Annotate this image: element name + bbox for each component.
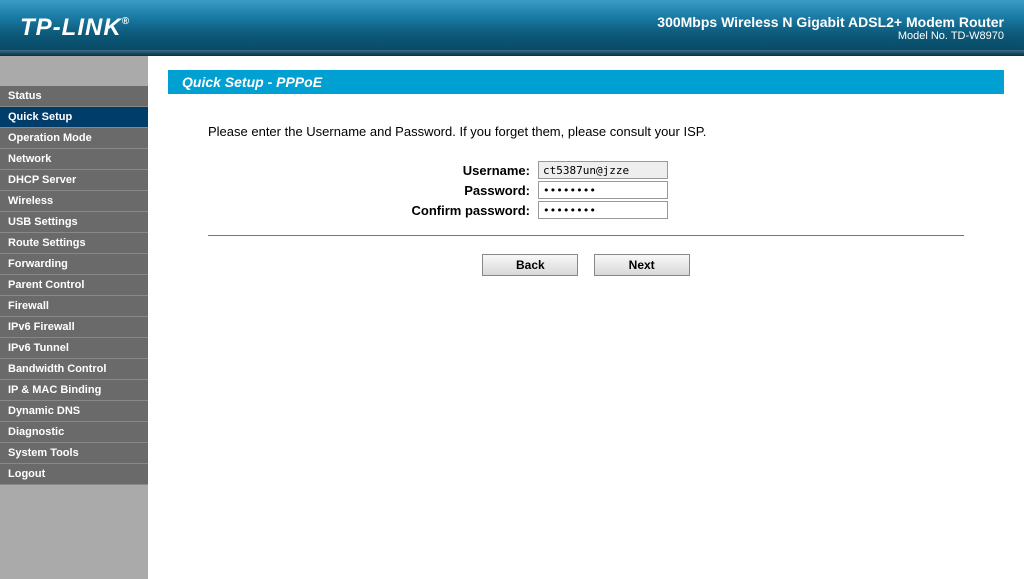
divider	[208, 235, 964, 236]
sidebar-item-forwarding[interactable]: Forwarding	[0, 254, 148, 275]
confirm-password-label: Confirm password:	[208, 203, 538, 218]
sidebar-item-firewall[interactable]: Firewall	[0, 296, 148, 317]
confirm-password-input[interactable]	[538, 201, 668, 219]
header: TP-LINK® 300Mbps Wireless N Gigabit ADSL…	[0, 0, 1024, 56]
back-button[interactable]: Back	[482, 254, 578, 276]
form-row-password: Password:	[208, 181, 964, 199]
sidebar: Status Quick Setup Operation Mode Networ…	[0, 56, 148, 579]
sidebar-item-diagnostic[interactable]: Diagnostic	[0, 422, 148, 443]
sidebar-item-route-settings[interactable]: Route Settings	[0, 233, 148, 254]
form-row-username: Username:	[208, 161, 964, 179]
sidebar-item-logout[interactable]: Logout	[0, 464, 148, 485]
username-label: Username:	[208, 163, 538, 178]
product-name: 300Mbps Wireless N Gigabit ADSL2+ Modem …	[657, 14, 1004, 30]
sidebar-item-ip-mac-binding[interactable]: IP & MAC Binding	[0, 380, 148, 401]
sidebar-item-dynamic-dns[interactable]: Dynamic DNS	[0, 401, 148, 422]
sidebar-item-wireless[interactable]: Wireless	[0, 191, 148, 212]
sidebar-item-dhcp-server[interactable]: DHCP Server	[0, 170, 148, 191]
sidebar-item-ipv6-firewall[interactable]: IPv6 Firewall	[0, 317, 148, 338]
sidebar-item-bandwidth-control[interactable]: Bandwidth Control	[0, 359, 148, 380]
sidebar-item-quick-setup[interactable]: Quick Setup	[0, 107, 148, 128]
sidebar-spacer	[0, 56, 148, 86]
logo: TP-LINK®	[20, 14, 130, 42]
sidebar-item-status[interactable]: Status	[0, 86, 148, 107]
page-title: Quick Setup - PPPoE	[168, 70, 1004, 94]
form-row-confirm-password: Confirm password:	[208, 201, 964, 219]
header-right: 300Mbps Wireless N Gigabit ADSL2+ Modem …	[657, 14, 1004, 42]
sidebar-item-system-tools[interactable]: System Tools	[0, 443, 148, 464]
username-input[interactable]	[538, 161, 668, 179]
sidebar-item-parent-control[interactable]: Parent Control	[0, 275, 148, 296]
password-label: Password:	[208, 183, 538, 198]
next-button[interactable]: Next	[594, 254, 690, 276]
main-content: Quick Setup - PPPoE Please enter the Use…	[148, 56, 1024, 579]
sidebar-item-ipv6-tunnel[interactable]: IPv6 Tunnel	[0, 338, 148, 359]
instruction-text: Please enter the Username and Password. …	[208, 124, 964, 139]
password-input[interactable]	[538, 181, 668, 199]
model-number: Model No. TD-W8970	[657, 30, 1004, 42]
button-row: Back Next	[208, 254, 964, 276]
sidebar-item-network[interactable]: Network	[0, 149, 148, 170]
sidebar-item-usb-settings[interactable]: USB Settings	[0, 212, 148, 233]
sidebar-item-operation-mode[interactable]: Operation Mode	[0, 128, 148, 149]
